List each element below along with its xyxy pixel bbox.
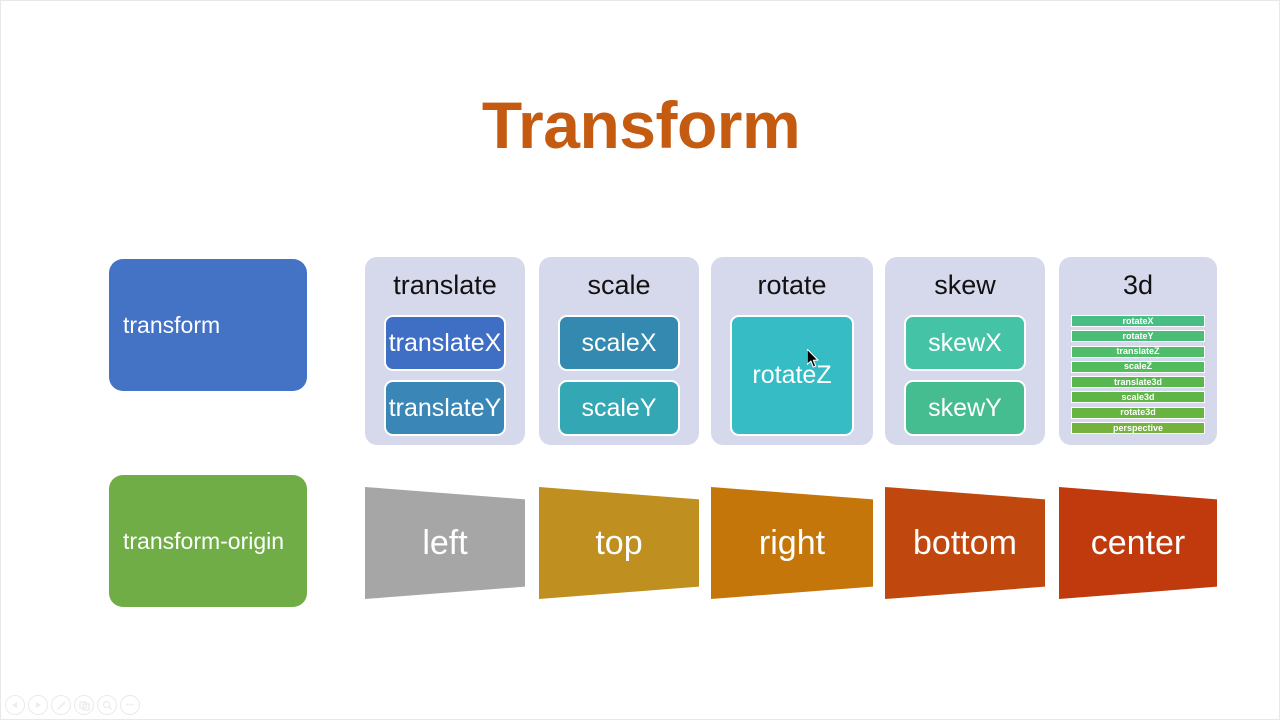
presentation-toolbar: ••• xyxy=(5,695,140,715)
origin-left-label: left xyxy=(422,523,468,562)
next-slide-button[interactable] xyxy=(28,695,48,715)
bar-scalez: scaleZ xyxy=(1071,360,1205,373)
chip-translatex-label: translateX xyxy=(388,328,502,357)
bar-translatez-label: translateZ xyxy=(1116,346,1160,357)
transform-origin-label-text: transform-origin xyxy=(123,527,285,554)
bar-scale3d: scale3d xyxy=(1071,391,1205,404)
bar-translatez: translateZ xyxy=(1071,345,1205,358)
triangle-right-icon xyxy=(36,702,41,708)
transform-label-text: transform xyxy=(123,311,221,338)
group-skew: skew skewX skewY xyxy=(885,257,1045,445)
chip-rotatez: rotateZ xyxy=(730,315,854,436)
zoom-tool-button[interactable] xyxy=(97,695,117,715)
group-rotate-title: rotate xyxy=(757,270,827,300)
bar-perspective: perspective xyxy=(1071,422,1205,435)
bar-rotatex-label: rotateX xyxy=(1122,315,1154,326)
chip-skewy: skewY xyxy=(904,380,1026,436)
transform-origin-label-box: transform-origin xyxy=(109,475,307,607)
origin-left: left xyxy=(365,487,525,599)
chip-skewx-label: skewX xyxy=(928,328,1002,357)
origin-center-label: center xyxy=(1090,523,1186,562)
chip-rotatez-label: rotateZ xyxy=(752,361,832,389)
group-translate: translate translateX translateY xyxy=(365,257,525,445)
bar-rotate3d: rotate3d xyxy=(1071,406,1205,419)
bar-rotatey-label: rotateY xyxy=(1122,330,1154,341)
bar-perspective-label: perspective xyxy=(1112,422,1164,433)
chip-scalex-label: scaleX xyxy=(581,328,657,357)
page-title: Transform xyxy=(481,88,801,162)
group-skew-title: skew xyxy=(934,270,996,300)
group-3d-title: 3d xyxy=(1122,270,1154,300)
transform-label-box: transform xyxy=(109,259,307,391)
grid-icon xyxy=(78,700,90,711)
bar-rotatey: rotateY xyxy=(1071,330,1205,343)
ellipsis-icon: ••• xyxy=(125,701,135,709)
group-scale-title: scale xyxy=(587,270,651,300)
more-options-button[interactable]: ••• xyxy=(120,695,140,715)
group-rotate: rotate rotateZ xyxy=(711,257,873,445)
chip-translatey-label: translateY xyxy=(388,393,502,422)
bar-translate3d: translate3d xyxy=(1071,376,1205,389)
chip-skewy-label: skewY xyxy=(928,393,1002,422)
group-scale: scale scaleX scaleY xyxy=(539,257,699,445)
group-3d: 3d rotateX rotateY translateZ scaleZ transla… xyxy=(1059,257,1217,445)
origin-bottom: bottom xyxy=(885,487,1045,599)
origin-top-label: top xyxy=(595,523,643,562)
bar-rotate3d-label: rotate3d xyxy=(1120,407,1156,418)
origin-right: right xyxy=(711,487,873,599)
chip-scaley-label: scaleY xyxy=(581,393,657,422)
slide-canvas: Transform transform transform-origin tra… xyxy=(0,0,1280,720)
pen-tool-button[interactable] xyxy=(51,695,71,715)
origin-right-label: right xyxy=(758,523,826,562)
chip-skewx: skewX xyxy=(904,315,1026,371)
pen-icon xyxy=(56,700,66,710)
origin-top: top xyxy=(539,487,699,599)
bar-scalez-label: scaleZ xyxy=(1123,361,1153,372)
bar-scale3d-label: scale3d xyxy=(1121,391,1155,402)
chip-translatex: translateX xyxy=(384,315,506,371)
chip-translatey: translateY xyxy=(384,380,506,436)
origin-bottom-label: bottom xyxy=(913,523,1017,562)
group-translate-title: translate xyxy=(393,270,497,300)
triangle-left-icon xyxy=(12,702,17,708)
bar-rotatex: rotateX xyxy=(1071,315,1205,327)
slide-overview-button[interactable] xyxy=(74,695,94,715)
magnifier-icon xyxy=(102,700,112,710)
origin-center: center xyxy=(1059,487,1217,599)
chip-scalex: scaleX xyxy=(558,315,680,371)
group-3d-bar-list: rotateX rotateY translateZ scaleZ translate3… xyxy=(1071,315,1205,437)
chip-scaley: scaleY xyxy=(558,380,680,436)
bar-translate3d-label: translate3d xyxy=(1113,376,1163,387)
previous-slide-button[interactable] xyxy=(5,695,25,715)
